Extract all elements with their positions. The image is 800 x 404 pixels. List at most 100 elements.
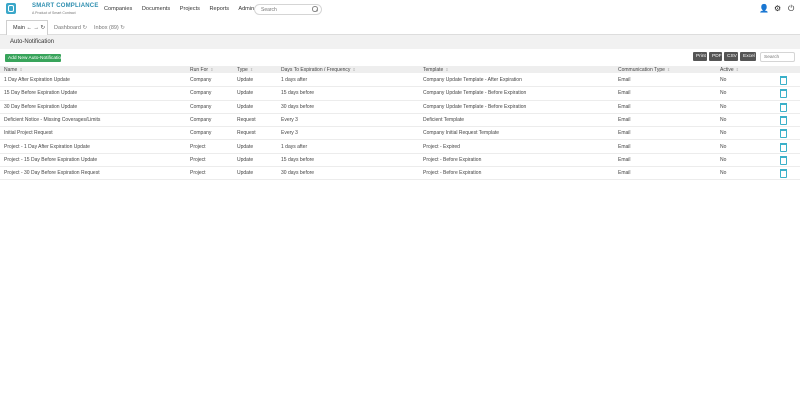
- sort-icon[interactable]: ⇕: [352, 67, 355, 72]
- brand-tagline: A Product of Smart Contract: [32, 11, 76, 15]
- sort-icon[interactable]: ⇕: [736, 67, 739, 72]
- trash-icon[interactable]: [780, 169, 787, 179]
- print-label: Print: [696, 54, 706, 59]
- nav-admin[interactable]: Admin: [238, 6, 254, 12]
- cell-days-frequency: 15 days before: [281, 156, 315, 163]
- cell-name[interactable]: Deficient Notice - Missing Coverages/Lim…: [4, 117, 100, 123]
- excel-label: Excel: [743, 54, 755, 59]
- search-icon[interactable]: [312, 6, 318, 12]
- tab-main-controls[interactable]: ← → ↻: [26, 25, 45, 31]
- cell-name[interactable]: Initial Project Request: [4, 130, 53, 136]
- global-search-input[interactable]: Search: [254, 4, 322, 15]
- cell-run-for: Project: [190, 170, 206, 177]
- cell-communication-type: Email: [618, 170, 631, 177]
- nav-projects[interactable]: Projects: [180, 6, 200, 12]
- tab-main[interactable]: Main ← → ↻: [6, 20, 48, 35]
- table-search-placeholder: Search: [764, 55, 780, 60]
- cell-template: Project - Before Expiration: [423, 170, 482, 177]
- cell-days-frequency: 1 days after: [281, 77, 308, 83]
- cell-active: No: [720, 156, 727, 163]
- cell-run-for: Company: [190, 116, 212, 123]
- cell-name[interactable]: 15 Day Before Expiration Update: [4, 90, 77, 96]
- cell-template: Company Update Template - Before Expirat…: [423, 90, 527, 97]
- cell-active: No: [720, 103, 727, 110]
- cell-name[interactable]: 1 Day After Expiration Update: [4, 77, 70, 83]
- main-nav: Companies Documents Projects Reports Adm…: [104, 6, 262, 12]
- tab-main-label: Main: [13, 25, 25, 31]
- user-icon[interactable]: 👤: [759, 5, 769, 13]
- table-row[interactable]: Project - 15 Day Before Expiration Updat…: [0, 153, 800, 168]
- print-button[interactable]: Print: [693, 52, 707, 61]
- sort-icon[interactable]: ⇕: [19, 67, 22, 72]
- trash-icon[interactable]: [780, 129, 787, 139]
- sort-icon[interactable]: ⇕: [210, 67, 213, 72]
- cell-days-frequency: Every 3: [281, 116, 298, 123]
- table-row[interactable]: Project - 1 Day After Expiration Update …: [0, 140, 800, 154]
- table-header-row: Name ⇕ Run For ⇕ Type ⇕ Days To Expiration …: [0, 66, 800, 73]
- cell-days-frequency: 15 days before: [281, 90, 315, 97]
- search-placeholder: Search: [261, 7, 277, 13]
- table-row[interactable]: Initial Project Request Company Request …: [0, 126, 800, 141]
- nav-reports[interactable]: Reports: [210, 6, 230, 12]
- page-header: Auto-Notification: [0, 35, 800, 49]
- cell-active: No: [720, 143, 727, 150]
- cell-communication-type: Email: [618, 90, 631, 97]
- cell-type: Request: [237, 116, 256, 123]
- tab-inbox[interactable]: Inbox (89) ↻: [88, 21, 128, 33]
- cell-communication-type: Email: [618, 143, 631, 150]
- sort-icon[interactable]: ⇕: [445, 67, 448, 72]
- tab-dashboard[interactable]: Dashboard ↻: [48, 21, 88, 33]
- cell-days-frequency: 30 days before: [281, 170, 315, 177]
- add-button-label: Add New Auto-Notification: [8, 56, 64, 61]
- sort-icon[interactable]: ⇕: [250, 67, 253, 72]
- cell-template: Company Update Template - After Expirati…: [423, 77, 522, 83]
- cell-name[interactable]: Project - 15 Day Before Expiration Updat…: [4, 157, 97, 163]
- cell-communication-type: Email: [618, 156, 631, 163]
- nav-documents[interactable]: Documents: [142, 6, 170, 12]
- csv-button[interactable]: CSV: [724, 52, 738, 61]
- pdf-button[interactable]: PDF: [709, 52, 722, 61]
- table-row[interactable]: 15 Day Before Expiration Update Company …: [0, 86, 800, 101]
- cell-type: Update: [237, 103, 254, 110]
- logo-icon[interactable]: [6, 3, 16, 14]
- tab-inbox-label: Inbox (89): [94, 25, 119, 31]
- tab-dashboard-refresh[interactable]: ↻: [82, 25, 87, 31]
- page-title: Auto-Notification: [10, 39, 55, 45]
- csv-label: CSV: [727, 54, 737, 59]
- trash-icon[interactable]: [780, 76, 787, 85]
- tab-dashboard-label: Dashboard: [54, 25, 81, 31]
- cell-template: Project - Before Expiration: [423, 156, 482, 163]
- excel-button[interactable]: Excel: [740, 52, 756, 61]
- trash-icon[interactable]: [780, 102, 787, 112]
- trash-icon[interactable]: [780, 155, 787, 165]
- nav-companies[interactable]: Companies: [104, 6, 132, 12]
- cell-template: Company Initial Request Template: [423, 130, 500, 137]
- sort-icon[interactable]: ⇕: [667, 67, 670, 72]
- tab-inbox-refresh[interactable]: ↻: [120, 25, 125, 31]
- brand-name[interactable]: SMART COMPLIANCE: [32, 3, 99, 9]
- cell-days-frequency: 1 days after: [281, 143, 308, 150]
- gear-icon[interactable]: ⚙: [774, 5, 781, 13]
- cell-template: Project - Expired: [423, 143, 460, 150]
- add-auto-notification-button[interactable]: Add New Auto-Notification: [5, 54, 64, 62]
- cell-name[interactable]: Project - 30 Day Before Expiration Reque…: [4, 170, 100, 176]
- cell-name[interactable]: Project - 1 Day After Expiration Update: [4, 144, 90, 150]
- trash-icon[interactable]: [780, 142, 787, 152]
- cell-communication-type: Email: [618, 103, 631, 110]
- trash-icon[interactable]: [780, 115, 787, 125]
- table-row[interactable]: 1 Day After Expiration Update Company Up…: [0, 73, 800, 88]
- table-row[interactable]: Project - 30 Day Before Expiration Reque…: [0, 166, 800, 181]
- table-search-input[interactable]: Search: [760, 52, 795, 62]
- cell-run-for: Company: [190, 90, 212, 97]
- cell-name[interactable]: 30 Day Before Expiration Update: [4, 104, 77, 110]
- table-row[interactable]: 30 Day Before Expiration Update Company …: [0, 100, 800, 114]
- trash-icon[interactable]: [780, 89, 787, 99]
- cell-days-frequency: Every 3: [281, 130, 298, 137]
- table-row[interactable]: Deficient Notice - Missing Coverages/Lim…: [0, 113, 800, 128]
- tab-bar: Main ← → ↻ Dashboard ↻ Inbox (89) ↻: [0, 20, 800, 35]
- power-icon[interactable]: ⏻: [788, 5, 794, 13]
- cell-type: Update: [237, 156, 254, 163]
- cell-type: Update: [237, 170, 254, 177]
- cell-type: Update: [237, 143, 254, 150]
- cell-type: Request: [237, 130, 256, 137]
